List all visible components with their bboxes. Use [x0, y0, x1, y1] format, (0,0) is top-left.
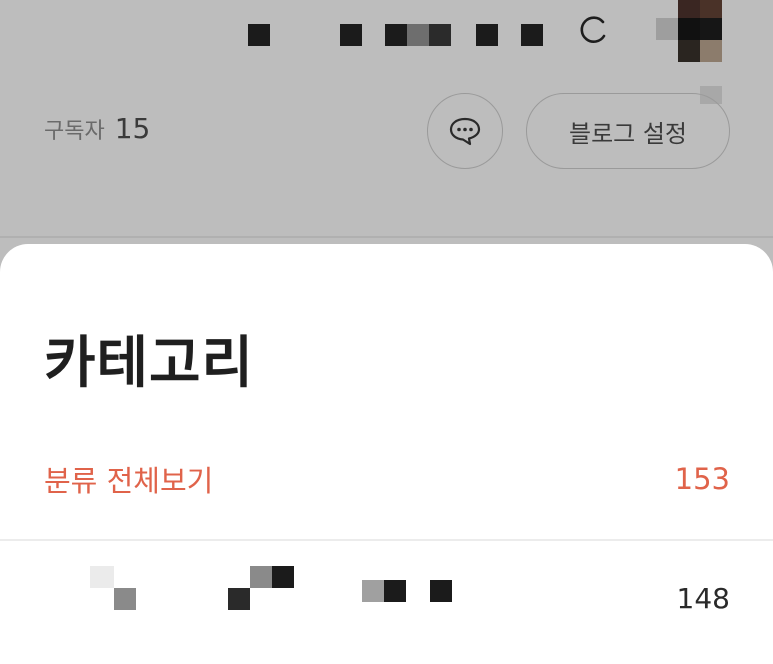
- category-item-all[interactable]: 분류 전체보기 153: [44, 458, 730, 500]
- sheet-divider: [0, 539, 773, 541]
- blog-settings-button[interactable]: 블로그 설정: [526, 93, 730, 169]
- refresh-icon[interactable]: [576, 12, 610, 46]
- chat-button[interactable]: [427, 93, 503, 169]
- subscriber-count: 15: [114, 112, 151, 145]
- category-all-label: 분류 전체보기: [44, 464, 214, 498]
- background-divider: [0, 236, 773, 238]
- category-count: 148: [676, 582, 730, 615]
- subscriber-info: 구독자 15: [44, 112, 150, 145]
- category-all-count: 153: [674, 462, 730, 496]
- sheet-title: 카테고리: [44, 331, 255, 396]
- subscriber-label: 구독자: [44, 119, 105, 144]
- category-item[interactable]: 148: [44, 566, 730, 624]
- category-bottom-sheet: 카테고리 분류 전체보기 153 148: [0, 244, 773, 664]
- chat-bubble-icon: [449, 117, 481, 146]
